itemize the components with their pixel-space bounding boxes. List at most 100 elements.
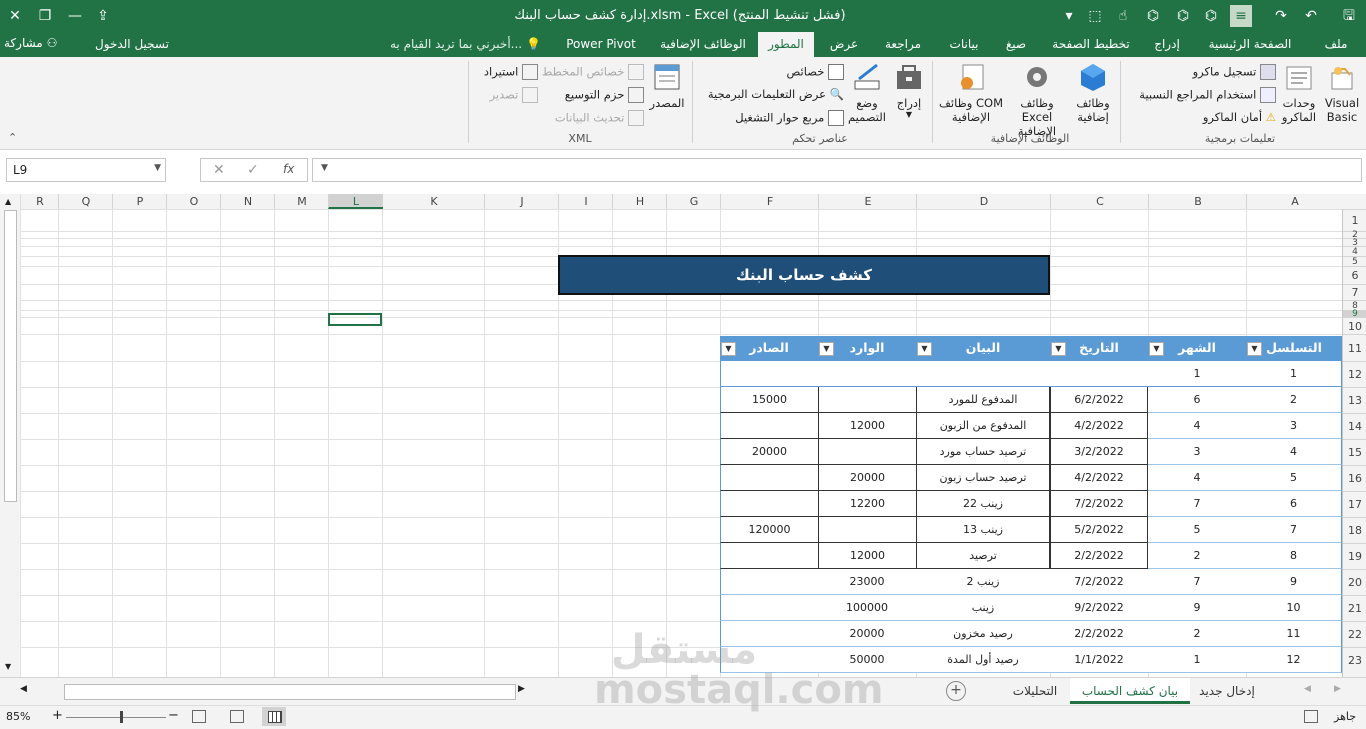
table-cell[interactable]: زينب 13 bbox=[916, 517, 1050, 543]
tab-data[interactable]: بيانات bbox=[938, 32, 990, 57]
filter-dropdown-icon[interactable]: ▼ bbox=[819, 342, 834, 356]
customize-qat-icon[interactable]: ▾ bbox=[1058, 5, 1080, 27]
column-header-P[interactable]: P bbox=[112, 194, 167, 209]
table-cell[interactable]: 2 bbox=[1148, 621, 1246, 647]
list-icon[interactable]: ≡ bbox=[1230, 5, 1252, 27]
sheet-tab-new-entry[interactable]: إدخال جديد bbox=[1192, 678, 1262, 704]
table-cell[interactable] bbox=[720, 491, 818, 517]
add-sheet-icon[interactable]: + bbox=[946, 681, 966, 701]
table-cell[interactable]: 12000 bbox=[818, 543, 916, 569]
table-cell[interactable] bbox=[916, 361, 1050, 387]
column-header-F[interactable]: F bbox=[720, 194, 819, 209]
row-header-4[interactable]: 4 bbox=[1343, 246, 1366, 257]
hierarchy-icon-1[interactable]: ⌬ bbox=[1142, 5, 1164, 27]
row-header-18[interactable]: 18 bbox=[1343, 517, 1366, 543]
column-header-I[interactable]: I bbox=[558, 194, 613, 209]
sheet-title-banner[interactable]: كشف حساب البنك bbox=[558, 255, 1050, 295]
page-break-view-icon[interactable] bbox=[192, 710, 206, 723]
map-properties-button[interactable]: خصائص المخطط bbox=[540, 64, 644, 80]
zoom-in-icon[interactable]: + bbox=[52, 708, 63, 723]
cancel-icon[interactable]: ✕ bbox=[213, 162, 225, 178]
tab-file[interactable]: ملف bbox=[1312, 32, 1360, 57]
selected-cell[interactable] bbox=[328, 313, 382, 326]
scroll-left-icon[interactable]: ◀ bbox=[20, 684, 27, 694]
export-button[interactable]: تصدير bbox=[484, 87, 538, 103]
column-header-B[interactable]: B bbox=[1148, 194, 1247, 209]
touch-mode-icon[interactable]: ☝ bbox=[1112, 5, 1134, 27]
table-cell[interactable]: زينب bbox=[916, 595, 1050, 621]
table-cell[interactable]: 5 bbox=[1246, 465, 1342, 491]
column-header-R[interactable]: R bbox=[20, 194, 59, 209]
table-cell[interactable]: رصيد أول المدة bbox=[916, 647, 1050, 673]
minimize-icon[interactable]: — bbox=[64, 5, 86, 27]
tell-me-box[interactable]: أخبرني بما تريد القيام به... 💡 bbox=[390, 37, 541, 51]
table-cell[interactable]: 8 bbox=[1246, 543, 1342, 569]
table-cell[interactable] bbox=[720, 595, 818, 621]
tab-view[interactable]: عرض bbox=[818, 32, 870, 57]
column-header-D[interactable]: D bbox=[916, 194, 1051, 209]
tab-developer[interactable]: المطور bbox=[758, 32, 814, 57]
table-cell[interactable]: 12 bbox=[1246, 647, 1342, 673]
table-cell[interactable]: 5/2/2022 bbox=[1050, 517, 1148, 543]
tab-insert[interactable]: إدراج bbox=[1144, 32, 1190, 57]
table-cell[interactable]: 9 bbox=[1246, 569, 1342, 595]
sign-in-link[interactable]: تسجيل الدخول bbox=[95, 37, 169, 51]
table-cell[interactable]: 1 bbox=[1148, 647, 1246, 673]
close-icon[interactable]: ✕ bbox=[4, 5, 26, 27]
table-cell[interactable]: 12000 bbox=[818, 413, 916, 439]
refresh-data-button[interactable]: تحديث البيانات bbox=[548, 110, 644, 126]
select-icon[interactable]: ⬚ bbox=[1084, 5, 1106, 27]
row-header-9[interactable]: 9 bbox=[1343, 310, 1366, 319]
scroll-thumb[interactable] bbox=[4, 210, 17, 502]
table-cell[interactable] bbox=[720, 543, 818, 569]
row-header-17[interactable]: 17 bbox=[1343, 491, 1366, 517]
vertical-scrollbar[interactable]: ▲ ▼ bbox=[0, 194, 21, 677]
next-sheet-icon[interactable]: ▶ bbox=[1334, 684, 1341, 694]
table-cell[interactable] bbox=[818, 387, 916, 413]
tab-page-layout[interactable]: تخطيط الصفحة bbox=[1046, 32, 1136, 57]
table-cell[interactable]: 7 bbox=[1148, 491, 1246, 517]
table-cell[interactable]: 2/2/2022 bbox=[1050, 621, 1148, 647]
redo-icon[interactable]: ↷ bbox=[1270, 5, 1292, 27]
undo-icon[interactable]: ↶ bbox=[1300, 5, 1322, 27]
import-button[interactable]: استيراد bbox=[474, 64, 538, 80]
table-cell[interactable]: ترصيد حساب زبون bbox=[916, 465, 1050, 491]
row-header-10[interactable]: 10 bbox=[1343, 317, 1366, 334]
row-header-16[interactable]: 16 bbox=[1343, 465, 1366, 491]
table-cell[interactable]: 4 bbox=[1148, 465, 1246, 491]
table-cell[interactable] bbox=[818, 517, 916, 543]
column-header-M[interactable]: M bbox=[274, 194, 329, 209]
zoom-out-icon[interactable]: − bbox=[168, 708, 179, 723]
zoom-slider[interactable] bbox=[66, 717, 166, 718]
table-cell[interactable]: 7 bbox=[1246, 517, 1342, 543]
share-button[interactable]: مشاركة ⚇ bbox=[4, 36, 57, 50]
scroll-down-icon[interactable]: ▼ bbox=[5, 662, 11, 671]
column-header-J[interactable]: J bbox=[484, 194, 559, 209]
name-box[interactable]: L9 ▼ bbox=[6, 158, 166, 182]
insert-control-button[interactable]: إدراج ▼ bbox=[890, 61, 928, 131]
row-header-14[interactable]: 14 bbox=[1343, 413, 1366, 439]
prev-sheet-icon[interactable]: ◀ bbox=[1304, 684, 1311, 694]
table-cell[interactable]: 11 bbox=[1246, 621, 1342, 647]
table-cell[interactable]: 6 bbox=[1246, 491, 1342, 517]
row-header-20[interactable]: 20 bbox=[1343, 569, 1366, 595]
table-cell[interactable]: 7/2/2022 bbox=[1050, 491, 1148, 517]
table-cell[interactable]: 4/2/2022 bbox=[1050, 465, 1148, 491]
row-header-3[interactable]: 3 bbox=[1343, 238, 1366, 248]
filter-dropdown-icon[interactable]: ▼ bbox=[1051, 342, 1066, 356]
table-cell[interactable]: 3 bbox=[1148, 439, 1246, 465]
table-cell[interactable]: زينب 22 bbox=[916, 491, 1050, 517]
hierarchy-icon-2[interactable]: ⌬ bbox=[1172, 5, 1194, 27]
table-cell[interactable]: ترصيد bbox=[916, 543, 1050, 569]
table-cell[interactable]: 9 bbox=[1148, 595, 1246, 621]
tab-review[interactable]: مراجعة bbox=[874, 32, 932, 57]
save-icon[interactable]: 🖫 bbox=[1338, 5, 1360, 27]
macro-security-button[interactable]: أمان الماكرو ⚠ bbox=[1196, 110, 1276, 124]
chevron-down-icon[interactable]: ▼ bbox=[154, 163, 161, 173]
hierarchy-icon-3[interactable]: ⌬ bbox=[1200, 5, 1222, 27]
expansion-packs-button[interactable]: حزم التوسيع bbox=[556, 87, 644, 103]
row-header-21[interactable]: 21 bbox=[1343, 595, 1366, 621]
table-cell[interactable]: 4 bbox=[1246, 439, 1342, 465]
table-cell[interactable]: 20000 bbox=[818, 621, 916, 647]
row-header-13[interactable]: 13 bbox=[1343, 387, 1366, 413]
